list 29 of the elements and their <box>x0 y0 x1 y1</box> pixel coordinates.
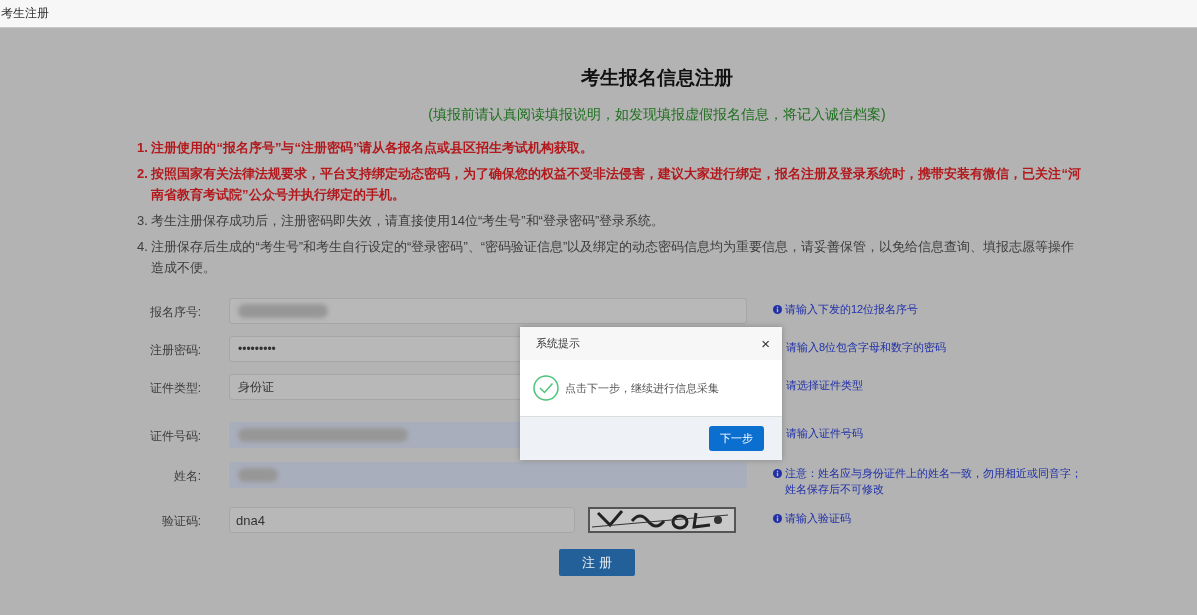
input-field[interactable] <box>229 298 747 324</box>
hint-text: 请输入8位包含字母和数字的密码 <box>785 340 947 355</box>
notice-text: 3. 考生注册保存成功后，注册密码即失效，请直接使用14位“考生号”和“登录密码”登录系统。 <box>137 212 666 230</box>
hint-text: 注意：姓名应与身份证件上的姓名一致，勿用相近或同音字；姓名保存后不可修改 <box>785 466 1083 497</box>
field-label: 姓名: <box>172 468 201 485</box>
field-label: 证件类型: <box>148 380 201 397</box>
hint-text: 请输入验证码 <box>785 511 851 526</box>
register-button[interactable]: 注 册 <box>559 549 635 576</box>
close-button[interactable]: × <box>761 336 770 351</box>
field-label: 注册密码: <box>148 342 201 359</box>
dialog-message: 点击下一步，继续进行信息采集 <box>565 380 719 396</box>
check-circle-icon <box>533 375 559 401</box>
field-label: 证件号码: <box>148 428 201 445</box>
blurred-text <box>238 468 278 482</box>
notice-text: 1. 注册使用的“报名序号”与“注册密码”请从各报名点或县区招生考试机构获取。 <box>137 139 595 157</box>
page-title: 考生报名信息注册 <box>580 66 734 90</box>
hint-text: 请选择证件类型 <box>785 378 863 393</box>
hint-text: 请输入证件号码 <box>785 426 863 441</box>
notice-text: 4. 注册保存后生成的“考生号”和考生自行设定的“登录密码”、“密码验证信息”以及绑定的动态密码信息均为重要信息，请妥善保管，以免给信息查询、填报志愿等操作造成不便。 <box>137 238 1076 277</box>
warning-text: (填报前请认真阅读填报说明，如发现填报虚假报名信息，将记入诚信档案) <box>427 106 887 124</box>
window-title: 考生注册 <box>0 5 49 22</box>
next-button[interactable]: 下一步 <box>709 426 764 451</box>
field-label: 报名序号: <box>148 304 201 321</box>
field-label: 验证码: <box>160 513 201 530</box>
notice-text: 2. 按照国家有关法律法规要求，平台支持绑定动态密码，为了确保您的权益不受非法侵害，建议大家进行绑定，报名注册及登录系统时，携带安装有微信，已关注“河南省教育考试院”公众号并执行绑定的手机。 <box>137 165 1082 204</box>
input-field[interactable]: dna4 <box>229 507 575 533</box>
hint-text: 请输入下发的12位报名序号 <box>785 302 919 317</box>
input-field[interactable] <box>229 462 747 488</box>
dialog-title: 系统提示 <box>536 336 580 351</box>
